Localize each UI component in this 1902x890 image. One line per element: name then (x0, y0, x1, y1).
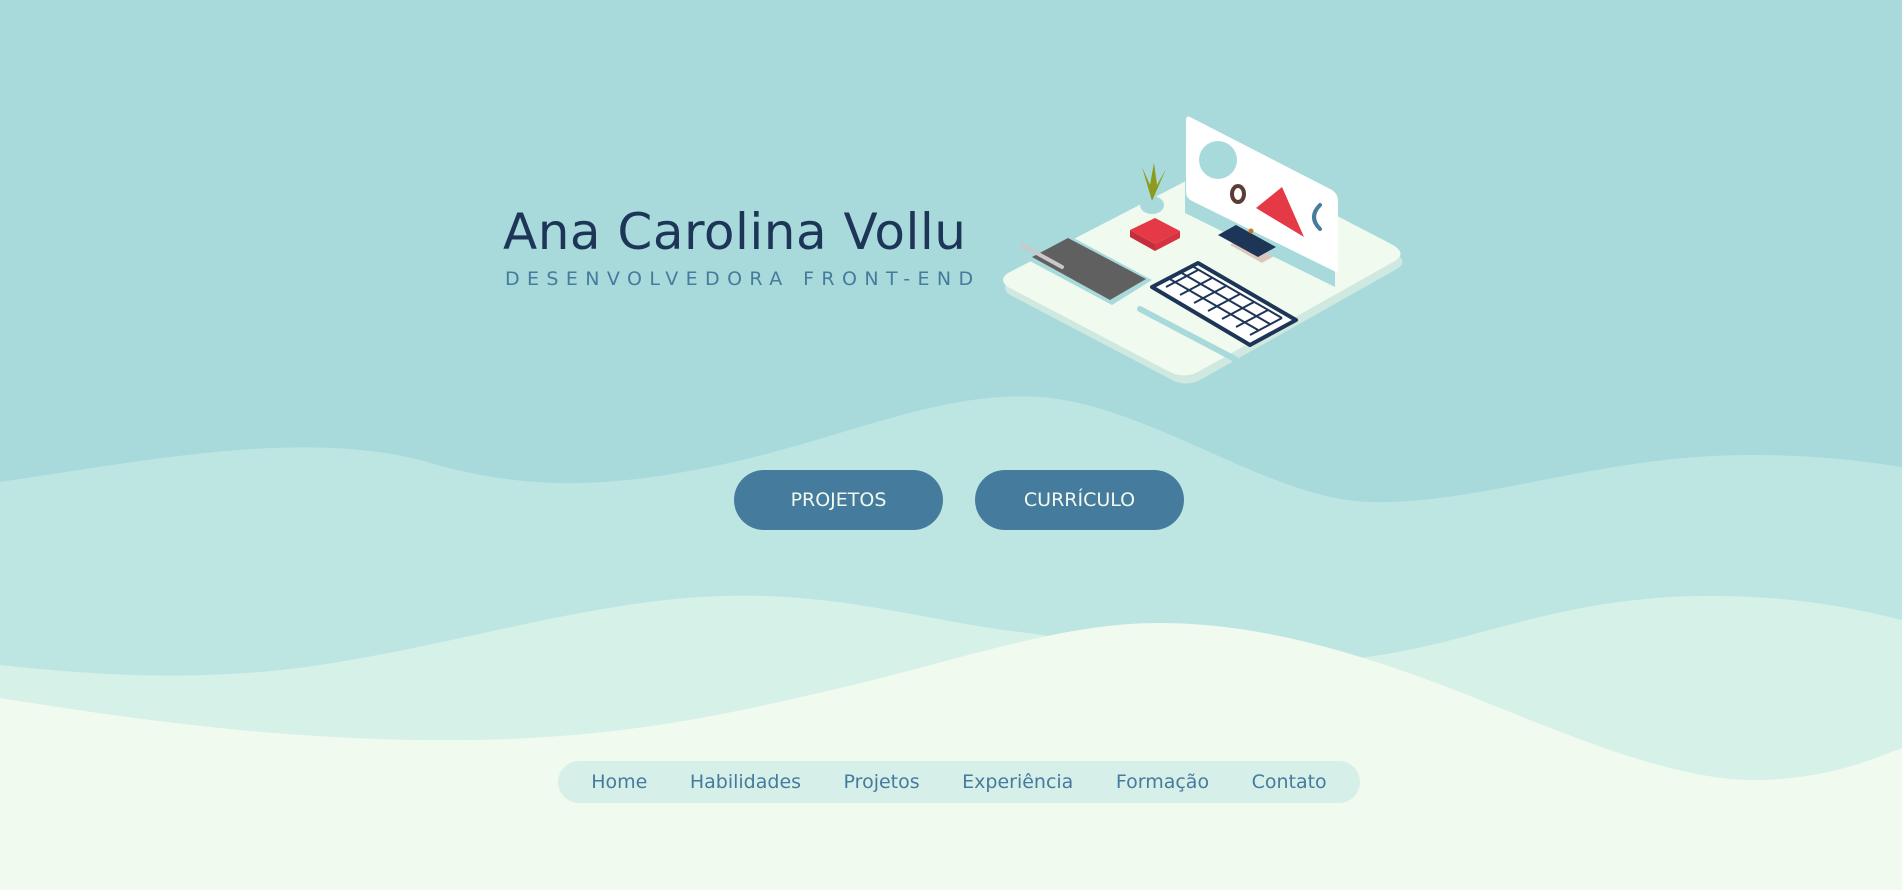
nav-item-formacao[interactable]: Formação (1116, 771, 1209, 793)
screen-circle-shape (1199, 141, 1237, 179)
hero-heading-group: Ana Carolina Vollu DESENVOLVEDORA FRONT-… (503, 203, 981, 291)
phone-dot (1248, 228, 1254, 234)
curriculo-button[interactable]: CURRÍCULO (975, 470, 1184, 530)
main-nav: Home Habilidades Projetos Experiência Fo… (558, 761, 1360, 803)
nav-item-contato[interactable]: Contato (1252, 771, 1327, 793)
hero-role: DESENVOLVEDORA FRONT-END (505, 268, 981, 290)
nav-item-home[interactable]: Home (591, 771, 647, 793)
nav-item-habilidades[interactable]: Habilidades (690, 771, 801, 793)
workspace-illustration (1003, 116, 1403, 384)
background-waves (0, 396, 1902, 890)
hero-name: Ana Carolina Vollu (503, 203, 967, 261)
nav-item-experiencia[interactable]: Experiência (962, 771, 1073, 793)
projetos-button[interactable]: PROJETOS (734, 470, 943, 530)
nav-item-projetos[interactable]: Projetos (844, 771, 920, 793)
